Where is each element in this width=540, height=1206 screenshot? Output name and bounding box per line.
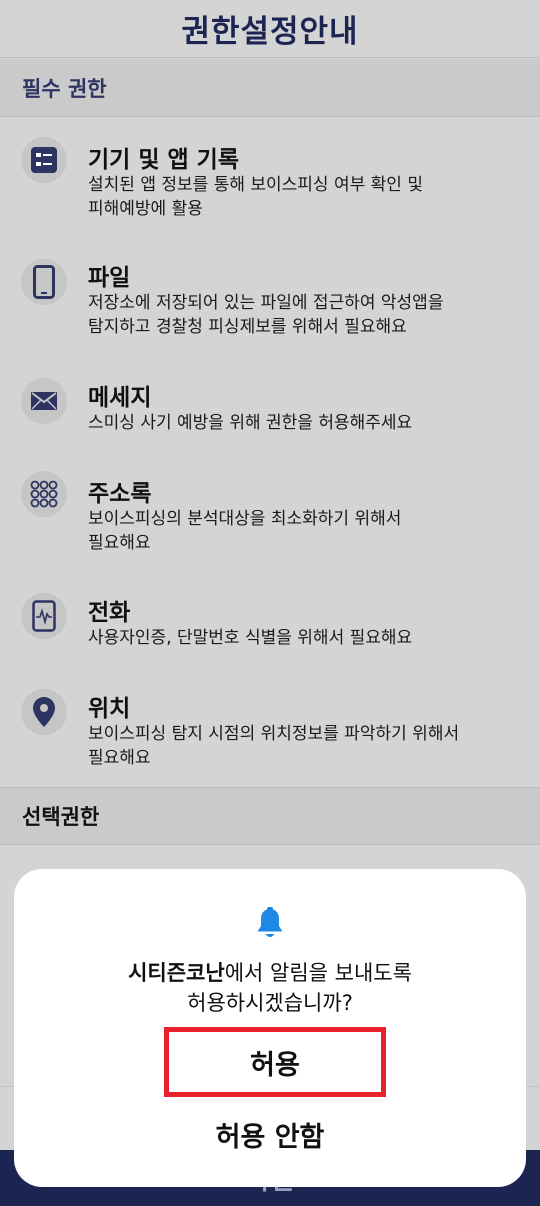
permission-title: 기기 및 앱 기록	[88, 147, 239, 173]
app-header: 권한설정안내	[0, 0, 540, 58]
envelope-icon	[21, 378, 67, 424]
permission-description: 사용자인증, 단말번호 식별을 위해서 필요해요	[88, 626, 520, 650]
list-icon	[21, 137, 67, 183]
deny-button[interactable]: 허용 안함	[170, 1109, 370, 1159]
notification-permission-dialog: 시티즌코난에서 알림을 보내도록 허용하시겠습니까? 허용 허용 안함	[14, 869, 526, 1187]
call-wave-icon	[21, 593, 67, 639]
dialog-message-line1: 시티즌코난에서 알림을 보내도록	[14, 958, 526, 988]
dialog-message-text: 에서 알림을 보내도록	[224, 961, 412, 985]
permission-desc-line: 보이스피싱 탐지 시점의 위치정보를 파악하기 위해서	[88, 724, 460, 744]
allow-button-label: 허용	[250, 1049, 300, 1081]
permission-title: 전화	[88, 600, 131, 626]
bell-icon	[255, 907, 285, 941]
section-title-required: 필수 권한	[22, 76, 107, 101]
permission-desc-line: 스미싱 사기 예방을 위해 권한을 허용해주세요	[88, 413, 413, 433]
permission-description: 보이스피싱의 분석대상을 최소화하기 위해서 필요해요	[88, 507, 520, 555]
app-name: 시티즌코난	[128, 961, 225, 985]
permission-description: 설치된 앱 정보를 통해 보이스피싱 여부 확인 및 피해예방에 활용	[88, 173, 520, 221]
permission-desc-line: 사용자인증, 단말번호 식별을 위해서 필요해요	[88, 628, 413, 648]
permission-title: 위치	[88, 696, 131, 722]
permission-desc-line: 탐지하고 경찰청 피싱제보를 위해서 필요해요	[88, 317, 407, 337]
phone-icon	[21, 259, 67, 305]
permission-description: 스미싱 사기 예방을 위해 권한을 허용해주세요	[88, 411, 520, 435]
dialog-message-line2: 허용하시겠습니까?	[187, 991, 353, 1015]
optional-permissions-header: 선택권한	[0, 787, 540, 845]
permission-title: 메세지	[88, 385, 152, 411]
section-title-optional: 선택권한	[22, 805, 100, 829]
permission-desc-line: 설치된 앱 정보를 통해 보이스피싱 여부 확인 및	[88, 175, 423, 195]
dialog-message: 시티즌코난에서 알림을 보내도록 허용하시겠습니까?	[14, 958, 526, 1018]
permission-description: 보이스피싱 탐지 시점의 위치정보를 파악하기 위해서 필요해요	[88, 722, 520, 770]
permission-title: 주소록	[88, 481, 152, 507]
permission-desc-line: 피해예방에 활용	[88, 199, 203, 219]
dialpad-icon	[21, 471, 67, 517]
permission-desc-line: 보이스피싱의 분석대상을 최소화하기 위해서	[88, 509, 402, 529]
deny-button-label: 허용 안함	[215, 1121, 325, 1153]
location-pin-icon	[21, 689, 67, 735]
allow-button[interactable]: 허용	[164, 1027, 386, 1097]
permission-description: 저장소에 저장되어 있는 파일에 접근하여 악성앱을 탐지하고 경찰청 피싱제보…	[88, 291, 520, 339]
permission-title: 파일	[88, 265, 131, 291]
page-title: 권한설정안내	[181, 14, 359, 50]
permission-desc-line: 필요해요	[88, 533, 151, 553]
permission-desc-line: 필요해요	[88, 748, 151, 768]
permission-desc-line: 저장소에 저장되어 있는 파일에 접근하여 악성앱을	[88, 293, 444, 313]
required-permissions-header: 필수 권한	[0, 59, 540, 117]
